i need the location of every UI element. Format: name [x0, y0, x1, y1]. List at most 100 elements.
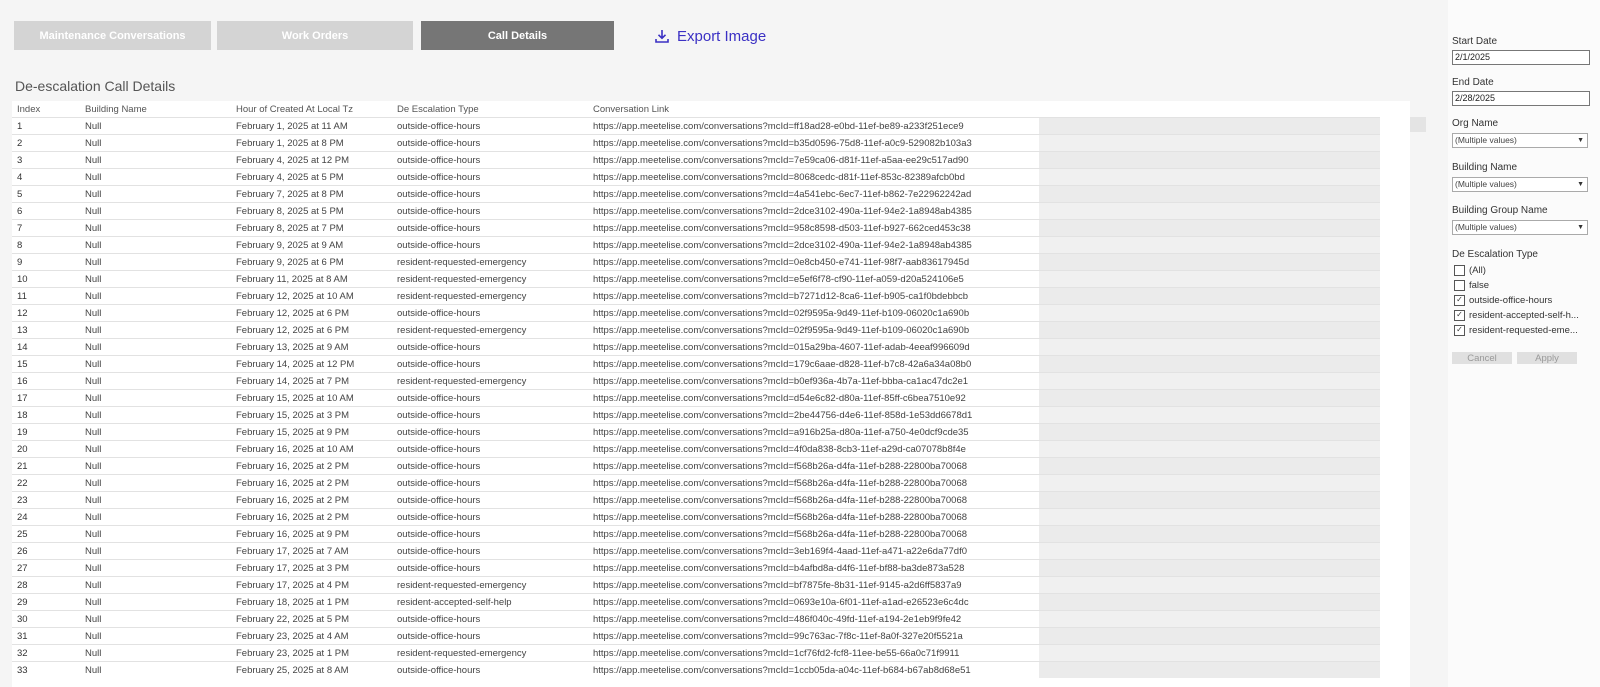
cell-conversation-link[interactable]: https://app.meetelise.com/conversations?…	[588, 440, 1039, 458]
filter-cancel-button[interactable]: Cancel	[1452, 352, 1512, 364]
cell-conversation-link[interactable]: https://app.meetelise.com/conversations?…	[588, 134, 1039, 152]
cell-conversation-link[interactable]: https://app.meetelise.com/conversations?…	[588, 202, 1039, 220]
org-name-select[interactable]: (Multiple values) ▼	[1452, 133, 1588, 148]
cell-hour-created: February 9, 2025 at 9 AM	[231, 236, 392, 254]
cell-conversation-link[interactable]: https://app.meetelise.com/conversations?…	[588, 491, 1039, 509]
cell-scroll-gutter	[1380, 270, 1410, 288]
cell-index: 20	[12, 440, 80, 458]
cell-empty	[1039, 151, 1380, 169]
cell-conversation-link[interactable]: https://app.meetelise.com/conversations?…	[588, 372, 1039, 390]
column-header-de-escalation-type[interactable]: De Escalation Type	[392, 101, 588, 118]
cell-conversation-link[interactable]: https://app.meetelise.com/conversations?…	[588, 389, 1039, 407]
cell-conversation-link[interactable]: https://app.meetelise.com/conversations?…	[588, 117, 1039, 135]
cell-empty	[1039, 168, 1380, 186]
cell-conversation-link[interactable]: https://app.meetelise.com/conversations?…	[588, 593, 1039, 611]
table-row: 10 Null February 11, 2025 at 8 AM resident-…	[12, 270, 1410, 288]
cell-empty	[1039, 389, 1380, 407]
cell-conversation-link[interactable]: https://app.meetelise.com/conversations?…	[588, 610, 1039, 628]
building-group-name-select[interactable]: (Multiple values) ▼	[1452, 220, 1588, 235]
cell-conversation-link[interactable]: https://app.meetelise.com/conversations?…	[588, 338, 1039, 356]
export-image-button[interactable]: Export Image	[654, 26, 766, 46]
cell-building-name: Null	[80, 270, 231, 288]
nav-maintenance-conversations-button[interactable]: Maintenance Conversations	[14, 21, 211, 50]
table-row: 29 Null February 18, 2025 at 1 PM resident-…	[12, 593, 1410, 611]
checkbox-unchecked-icon[interactable]	[1454, 264, 1465, 276]
cell-de-escalation-type: outside-office-hours	[392, 202, 588, 220]
start-date-input[interactable]: 2/1/2025	[1452, 50, 1590, 65]
cell-de-escalation-type: outside-office-hours	[392, 236, 588, 254]
cell-building-name: Null	[80, 219, 231, 237]
column-header-empty	[1039, 101, 1380, 118]
de-escalation-option[interactable]: (All)	[1454, 263, 1486, 277]
cell-conversation-link[interactable]: https://app.meetelise.com/conversations?…	[588, 168, 1039, 186]
checkbox-checked-icon[interactable]: ✓	[1454, 294, 1465, 306]
cell-building-name: Null	[80, 372, 231, 390]
end-date-input[interactable]: 2/28/2025	[1452, 91, 1590, 106]
table-row: 1 Null February 1, 2025 at 11 AM outside-of…	[12, 117, 1410, 135]
cell-conversation-link[interactable]: https://app.meetelise.com/conversations?…	[588, 355, 1039, 373]
cell-conversation-link[interactable]: https://app.meetelise.com/conversations?…	[588, 270, 1039, 288]
cell-de-escalation-type: outside-office-hours	[392, 610, 588, 628]
cell-scroll-gutter	[1380, 321, 1410, 339]
cell-de-escalation-type: outside-office-hours	[392, 117, 588, 135]
de-escalation-option[interactable]: ✓ outside-office-hours	[1454, 293, 1552, 307]
column-header-conversation-link[interactable]: Conversation Link	[588, 101, 1039, 118]
cell-empty	[1039, 491, 1380, 509]
cell-hour-created: February 12, 2025 at 6 PM	[231, 304, 392, 322]
cell-conversation-link[interactable]: https://app.meetelise.com/conversations?…	[588, 219, 1039, 237]
cell-conversation-link[interactable]: https://app.meetelise.com/conversations?…	[588, 508, 1039, 526]
checkbox-checked-icon[interactable]: ✓	[1454, 309, 1465, 321]
de-escalation-option[interactable]: ✓ resident-accepted-self-h...	[1454, 308, 1579, 322]
cell-hour-created: February 17, 2025 at 7 AM	[231, 542, 392, 560]
cell-conversation-link[interactable]: https://app.meetelise.com/conversations?…	[588, 253, 1039, 271]
table-row: 18 Null February 15, 2025 at 3 PM outside-o…	[12, 406, 1410, 424]
cell-conversation-link[interactable]: https://app.meetelise.com/conversations?…	[588, 542, 1039, 560]
cell-conversation-link[interactable]: https://app.meetelise.com/conversations?…	[588, 474, 1039, 492]
cell-building-name: Null	[80, 627, 231, 645]
column-header-building-name[interactable]: Building Name	[80, 101, 231, 118]
cell-conversation-link[interactable]: https://app.meetelise.com/conversations?…	[588, 304, 1039, 322]
table-row: 22 Null February 16, 2025 at 2 PM outside-o…	[12, 474, 1410, 492]
cell-conversation-link[interactable]: https://app.meetelise.com/conversations?…	[588, 661, 1039, 678]
cell-empty	[1039, 542, 1380, 560]
cell-conversation-link[interactable]: https://app.meetelise.com/conversations?…	[588, 559, 1039, 577]
checkbox-checked-icon[interactable]: ✓	[1454, 324, 1465, 336]
cell-conversation-link[interactable]: https://app.meetelise.com/conversations?…	[588, 406, 1039, 424]
column-header-hour-created[interactable]: Hour of Created At Local Tz	[231, 101, 392, 118]
cell-conversation-link[interactable]: https://app.meetelise.com/conversations?…	[588, 151, 1039, 169]
cell-conversation-link[interactable]: https://app.meetelise.com/conversations?…	[588, 525, 1039, 543]
cell-scroll-gutter	[1380, 593, 1410, 611]
cell-hour-created: February 4, 2025 at 12 PM	[231, 151, 392, 169]
cell-conversation-link[interactable]: https://app.meetelise.com/conversations?…	[588, 457, 1039, 475]
cell-empty	[1039, 457, 1380, 475]
cell-conversation-link[interactable]: https://app.meetelise.com/conversations?…	[588, 287, 1039, 305]
nav-work-orders-button[interactable]: Work Orders	[217, 21, 413, 50]
filter-apply-button[interactable]: Apply	[1517, 352, 1577, 364]
cell-hour-created: February 14, 2025 at 12 PM	[231, 355, 392, 373]
cell-building-name: Null	[80, 440, 231, 458]
building-name-select[interactable]: (Multiple values) ▼	[1452, 177, 1588, 192]
table-row: 8 Null February 9, 2025 at 9 AM outside-off…	[12, 236, 1410, 254]
cell-conversation-link[interactable]: https://app.meetelise.com/conversations?…	[588, 236, 1039, 254]
cell-index: 16	[12, 372, 80, 390]
table-scrollbar-handle[interactable]	[1410, 117, 1426, 132]
table-row: 12 Null February 12, 2025 at 6 PM outside-o…	[12, 304, 1410, 322]
cell-conversation-link[interactable]: https://app.meetelise.com/conversations?…	[588, 423, 1039, 441]
cell-conversation-link[interactable]: https://app.meetelise.com/conversations?…	[588, 644, 1039, 662]
nav-call-details-button[interactable]: Call Details	[421, 21, 614, 50]
cell-conversation-link[interactable]: https://app.meetelise.com/conversations?…	[588, 576, 1039, 594]
cell-conversation-link[interactable]: https://app.meetelise.com/conversations?…	[588, 321, 1039, 339]
cell-scroll-gutter	[1380, 134, 1410, 152]
cell-empty	[1039, 185, 1380, 203]
cell-building-name: Null	[80, 508, 231, 526]
cell-building-name: Null	[80, 151, 231, 169]
column-header-index[interactable]: Index	[12, 101, 80, 118]
checkbox-unchecked-icon[interactable]	[1454, 279, 1465, 291]
de-escalation-option[interactable]: ✓ resident-requested-eme...	[1454, 323, 1578, 337]
de-escalation-option[interactable]: false	[1454, 278, 1489, 292]
cell-conversation-link[interactable]: https://app.meetelise.com/conversations?…	[588, 185, 1039, 203]
table-row: 28 Null February 17, 2025 at 4 PM resident-…	[12, 576, 1410, 594]
cell-scroll-gutter	[1380, 287, 1410, 305]
cell-conversation-link[interactable]: https://app.meetelise.com/conversations?…	[588, 627, 1039, 645]
cell-building-name: Null	[80, 253, 231, 271]
